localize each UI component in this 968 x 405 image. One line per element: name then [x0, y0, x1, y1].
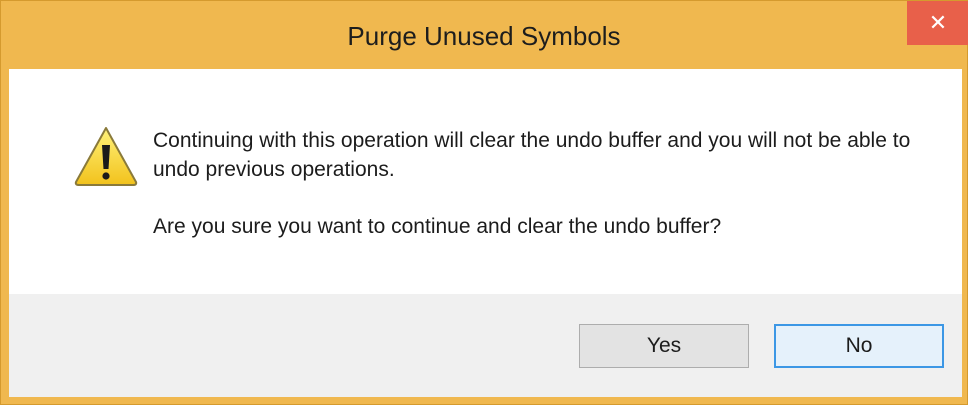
- yes-button[interactable]: Yes: [579, 324, 749, 368]
- window-title: Purge Unused Symbols: [347, 21, 621, 51]
- title-bar[interactable]: Purge Unused Symbols: [1, 1, 967, 69]
- message-line-2: Are you sure you want to continue and cl…: [153, 215, 722, 238]
- close-icon: ✕: [928, 10, 948, 35]
- message-text: Continuing with this operation will clea…: [153, 126, 913, 241]
- no-button[interactable]: No: [774, 324, 944, 368]
- close-button[interactable]: ✕: [907, 1, 968, 45]
- dialog-window: Purge Unused Symbols ✕ Continuing with t…: [0, 0, 968, 405]
- dialog-body: Continuing with this operation will clea…: [9, 69, 962, 397]
- warning-icon: [74, 127, 138, 186]
- message-line-1: Continuing with this operation will clea…: [153, 129, 911, 181]
- button-bar: Yes No: [9, 294, 962, 397]
